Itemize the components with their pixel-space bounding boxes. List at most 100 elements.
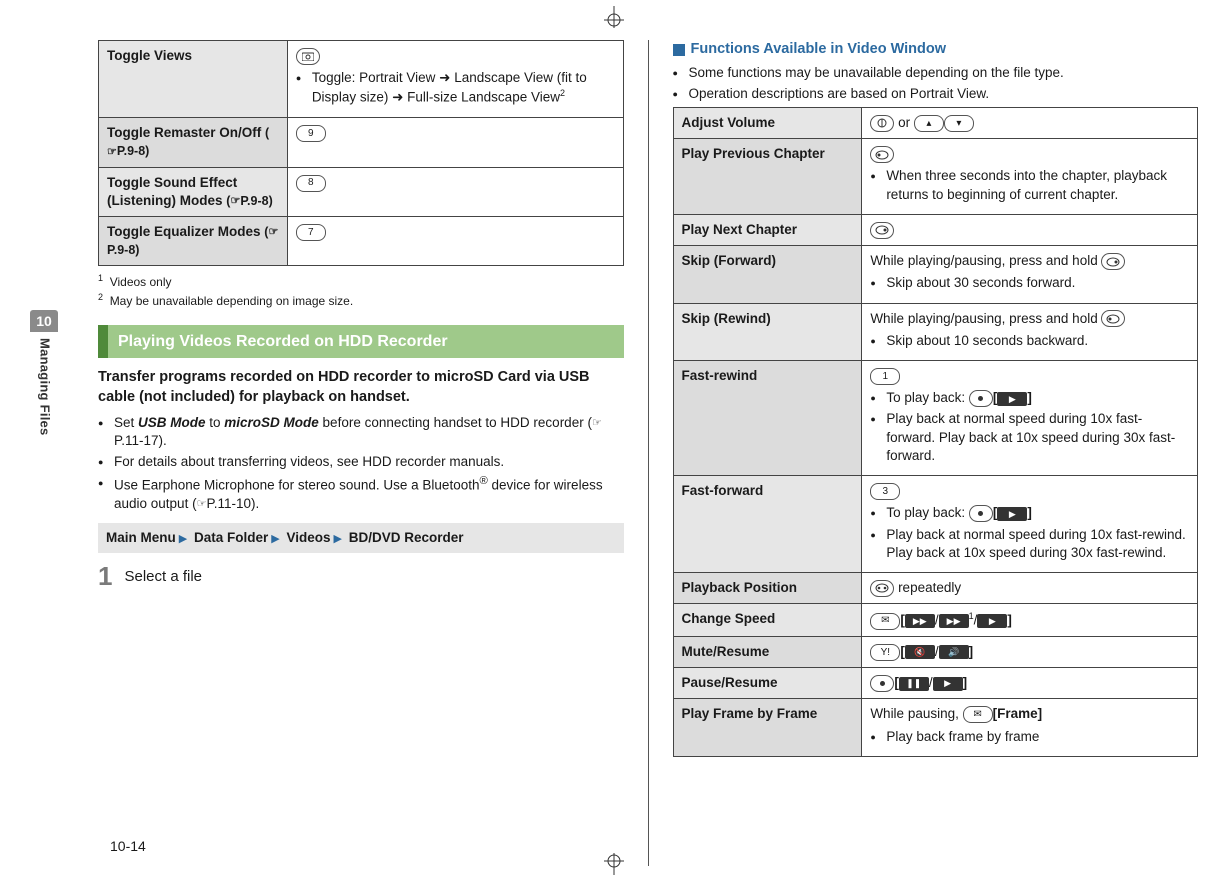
crop-mark-bottom <box>594 853 634 880</box>
section-bullets: Set USB Mode to microSD Mode before conn… <box>98 414 624 514</box>
row-value: While pausing, ✉[Frame] Play back frame … <box>862 699 1198 756</box>
row-label: Playback Position <box>673 572 862 603</box>
sound-icon: 🔊 <box>939 645 969 659</box>
row-label: Adjust Volume <box>673 108 862 139</box>
bullet-manuals: For details about transferring videos, s… <box>98 453 624 471</box>
y-key-icon: Y! <box>870 644 900 661</box>
content-columns: 10 Managing Files Toggle Views Toggle: P… <box>30 40 1198 866</box>
nav-center-icon <box>969 505 993 522</box>
chapter-tab: 10 Managing Files <box>30 310 58 436</box>
key-9-icon: 9 <box>296 125 326 142</box>
page-number: 10-14 <box>110 837 146 856</box>
registration-icon <box>594 6 634 28</box>
row-label: Fast-forward <box>673 476 862 573</box>
row-label: Play Next Chapter <box>673 214 862 245</box>
speed-fast-icon: ▶▶ <box>939 614 969 628</box>
bullet: To play back: [▶] <box>870 504 1189 522</box>
speed-slow-icon: ▶▶ <box>905 614 935 628</box>
nav-left-icon <box>1101 310 1125 327</box>
row-label: Play Previous Chapter <box>673 139 862 215</box>
nav-center-icon <box>969 390 993 407</box>
row-value <box>862 214 1198 245</box>
play-icon: ▶ <box>977 614 1007 628</box>
left-column: Toggle Views Toggle: Portrait View ➜ Lan… <box>98 40 624 866</box>
bullet: Skip about 30 seconds forward. <box>870 274 1189 292</box>
row-value: While playing/pausing, press and hold Sk… <box>862 303 1198 360</box>
row-value: 1 To play back: [▶] Play back at normal … <box>862 360 1198 475</box>
nav-right-icon <box>870 222 894 239</box>
play-icon: ▶ <box>997 392 1027 406</box>
row-label: Skip (Rewind) <box>673 303 862 360</box>
section-bar <box>98 325 108 359</box>
bullet: Play back frame by frame <box>870 728 1189 746</box>
subsection-intro: Some functions may be unavailable depend… <box>673 64 1199 103</box>
registration-icon <box>594 853 634 875</box>
key-7-icon: 7 <box>296 224 326 241</box>
footnote-1: Videos only <box>110 275 172 289</box>
row-value: [❚❚/▶] <box>862 668 1198 699</box>
subsection-header: Functions Available in Video Window <box>673 40 1199 60</box>
row-value: repeatedly <box>862 572 1198 603</box>
row-label: Fast-rewind <box>673 360 862 475</box>
toggle-table: Toggle Views Toggle: Portrait View ➜ Lan… <box>98 40 624 266</box>
key-3-icon: 3 <box>870 483 900 500</box>
row-value: While playing/pausing, press and hold Sk… <box>862 246 1198 303</box>
section-header: Playing Videos Recorded on HDD Recorder <box>98 325 624 359</box>
row-value: 8 <box>287 167 623 216</box>
intro-line: Some functions may be unavailable depend… <box>673 64 1199 82</box>
row-label: Play Frame by Frame <box>673 699 862 756</box>
side-down-icon: ▾ <box>944 115 974 132</box>
row-value: or ▴▾ <box>862 108 1198 139</box>
step-1: 1 Select a file <box>98 563 624 589</box>
bullet: To play back: [▶] <box>870 389 1189 407</box>
key-8-icon: 8 <box>296 175 326 192</box>
camera-icon <box>296 48 320 65</box>
bullet-usb-mode: Set USB Mode to microSD Mode before conn… <box>98 414 624 450</box>
intro-line: Operation descriptions are based on Port… <box>673 85 1199 103</box>
row-value: 9 <box>287 118 623 167</box>
step-number: 1 <box>98 563 112 589</box>
mail-key-icon: ✉ <box>963 706 993 723</box>
menu-path: Main Menu▶ Data Folder▶ Videos▶ BD/DVD R… <box>98 523 624 553</box>
subsection-title: Functions Available in Video Window <box>691 40 947 60</box>
chapter-tab-rail: 10 Managing Files <box>30 40 76 866</box>
section-lead: Transfer programs recorded on HDD record… <box>98 368 624 407</box>
mute-icon: 🔇 <box>905 645 935 659</box>
row-value: Toggle: Portrait View ➜ Landscape View (… <box>287 41 623 118</box>
play-icon: ▶ <box>997 507 1027 521</box>
row-label: Pause/Resume <box>673 668 862 699</box>
nav-center-icon <box>870 675 894 692</box>
section-title: Playing Videos Recorded on HDD Recorder <box>108 325 624 359</box>
nav-right-icon <box>1101 253 1125 270</box>
row-label: Toggle Equalizer Modes (☞P.9-8) <box>99 217 288 266</box>
row-value: 3 To play back: [▶] Play back at normal … <box>862 476 1198 573</box>
bullet: Play back at normal speed during 10x fas… <box>870 410 1189 465</box>
pointer-icon: ☞ <box>197 497 207 512</box>
row-label: Toggle Remaster On/Off (☞P.9-8) <box>99 118 288 167</box>
functions-table: Adjust Volume or ▴▾ Play Previous Chapte… <box>673 107 1199 757</box>
square-bullet-icon <box>673 44 685 56</box>
footnotes: 1 Videos only 2 May be unavailable depen… <box>98 272 624 308</box>
pointer-icon: ☞ <box>592 416 602 431</box>
chapter-label: Managing Files <box>30 332 54 436</box>
row-label: Toggle Sound Effect (Listening) Modes (☞… <box>99 167 288 216</box>
pointer-icon: ☞ <box>268 225 278 240</box>
pause-icon: ❚❚ <box>899 677 929 691</box>
mail-key-icon: ✉ <box>870 613 900 630</box>
key-1-icon: 1 <box>870 368 900 385</box>
row-label: Mute/Resume <box>673 636 862 667</box>
nav-leftright-icon <box>870 580 894 597</box>
pointer-icon: ☞ <box>107 145 117 160</box>
triangle-icon: ▶ <box>331 533 345 545</box>
chapter-number: 10 <box>30 310 58 332</box>
bullet: Skip about 10 seconds backward. <box>870 332 1189 350</box>
row-label: Toggle Views <box>99 41 288 118</box>
row-label: Change Speed <box>673 604 862 637</box>
row-value: When three seconds into the chapter, pla… <box>862 139 1198 215</box>
pointer-icon: ☞ <box>230 194 240 209</box>
play-icon: ▶ <box>933 677 963 691</box>
right-column: Functions Available in Video Window Some… <box>673 40 1199 866</box>
triangle-icon: ▶ <box>268 533 282 545</box>
row-value: 7 <box>287 217 623 266</box>
bullet-bluetooth: Use Earphone Microphone for stereo sound… <box>98 474 624 513</box>
